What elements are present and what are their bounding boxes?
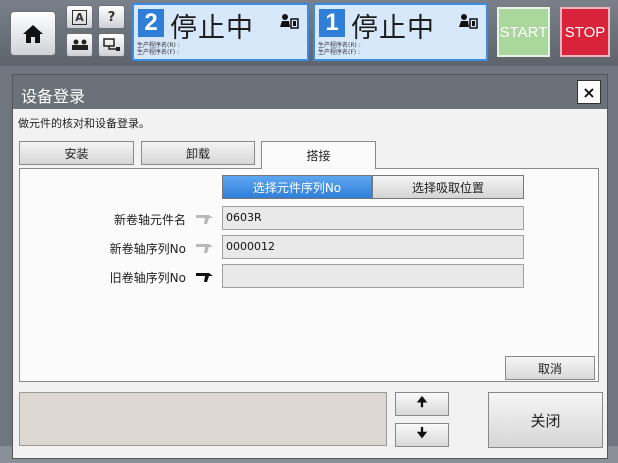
auto-mode-icon: A	[72, 9, 87, 25]
arrow-up-icon: 🠉	[416, 395, 428, 410]
subtab-select-pickup[interactable]: 选择吸取位置	[372, 175, 524, 199]
operator-panel-icon	[459, 14, 478, 29]
operator-button[interactable]	[66, 33, 93, 57]
scroll-up-button[interactable]: 🠉	[395, 392, 449, 416]
home-button[interactable]	[10, 11, 56, 56]
lane2-program-info: 生产程序名(R) : 生产程序名(F) :	[137, 42, 180, 56]
new-reel-serial-field[interactable]: 0000012	[222, 235, 524, 259]
close-icon: ×	[582, 82, 596, 102]
lane2-state: 停止中	[170, 13, 254, 44]
operator-panel-icon	[280, 14, 299, 29]
dialog-title: 设备登录	[13, 75, 607, 109]
lane1-status-panel[interactable]: 1 停止中 生产程序名(R) : 生产程序名(F) :	[313, 3, 488, 61]
message-area	[19, 392, 387, 446]
home-icon	[23, 24, 43, 43]
barcode-scanner-icon	[196, 273, 213, 282]
top-toolbar: A ? 2 停止中 生产程序名(R) : 生产程序名(F) : 1 停止中 生产…	[0, 0, 618, 66]
scroll-down-button[interactable]: 🠋	[395, 423, 449, 447]
tab-splice[interactable]: 搭接	[261, 141, 376, 169]
tab-unload[interactable]: 卸载	[141, 141, 255, 165]
auto-mode-button[interactable]: A	[66, 5, 93, 29]
users-icon	[71, 39, 88, 50]
field-label-new-reel-serial: 新卷轴序列No	[109, 242, 186, 256]
stop-button[interactable]: STOP	[560, 7, 610, 57]
barcode-scanner-icon	[196, 215, 213, 224]
close-button[interactable]: 关闭	[488, 392, 603, 448]
dialog-description: 做元件的核对和设备登录。	[18, 117, 150, 130]
lane2-status-panel[interactable]: 2 停止中 生产程序名(R) : 生产程序名(F) :	[132, 3, 309, 61]
cancel-button[interactable]: 取消	[505, 356, 595, 380]
lane1-program-info: 生产程序名(R) : 生产程序名(F) :	[318, 42, 361, 56]
lane2-number: 2	[138, 9, 164, 37]
network-button[interactable]	[98, 33, 125, 57]
new-reel-part-field[interactable]: 0603R	[222, 206, 524, 230]
barcode-scanner-icon	[196, 244, 213, 253]
start-button[interactable]: START	[497, 7, 550, 57]
old-reel-serial-field[interactable]	[222, 264, 524, 288]
help-button[interactable]: ?	[98, 5, 125, 29]
help-icon: ?	[107, 9, 116, 25]
dialog-close-button[interactable]: ×	[577, 80, 601, 104]
tab-install[interactable]: 安装	[19, 141, 134, 165]
field-label-new-reel-part: 新卷轴元件名	[113, 213, 186, 227]
lane1-state: 停止中	[351, 13, 435, 44]
device-login-dialog: 设备登录 × 做元件的核对和设备登录。 安装 卸载 搭接 选择元件序列No 选择…	[12, 74, 608, 459]
field-label-old-reel-serial: 旧卷轴序列No	[109, 271, 186, 285]
lane1-number: 1	[319, 9, 345, 37]
splice-panel: 选择元件序列No 选择吸取位置 新卷轴元件名 0603R 新卷轴序列No 000…	[19, 168, 599, 382]
network-icon	[102, 38, 120, 51]
arrow-down-icon: 🠋	[416, 426, 428, 441]
subtab-select-serial[interactable]: 选择元件序列No	[222, 175, 372, 199]
